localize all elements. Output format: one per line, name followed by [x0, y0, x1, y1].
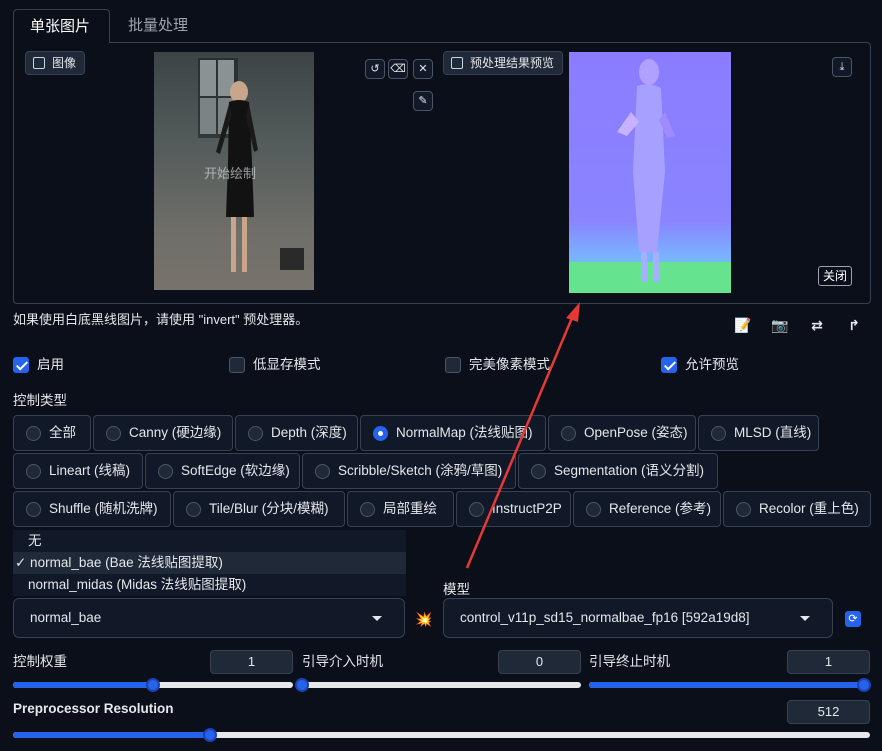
annotation-arrow: [465, 302, 580, 569]
tab-single-image[interactable]: 单张图片: [13, 9, 110, 43]
